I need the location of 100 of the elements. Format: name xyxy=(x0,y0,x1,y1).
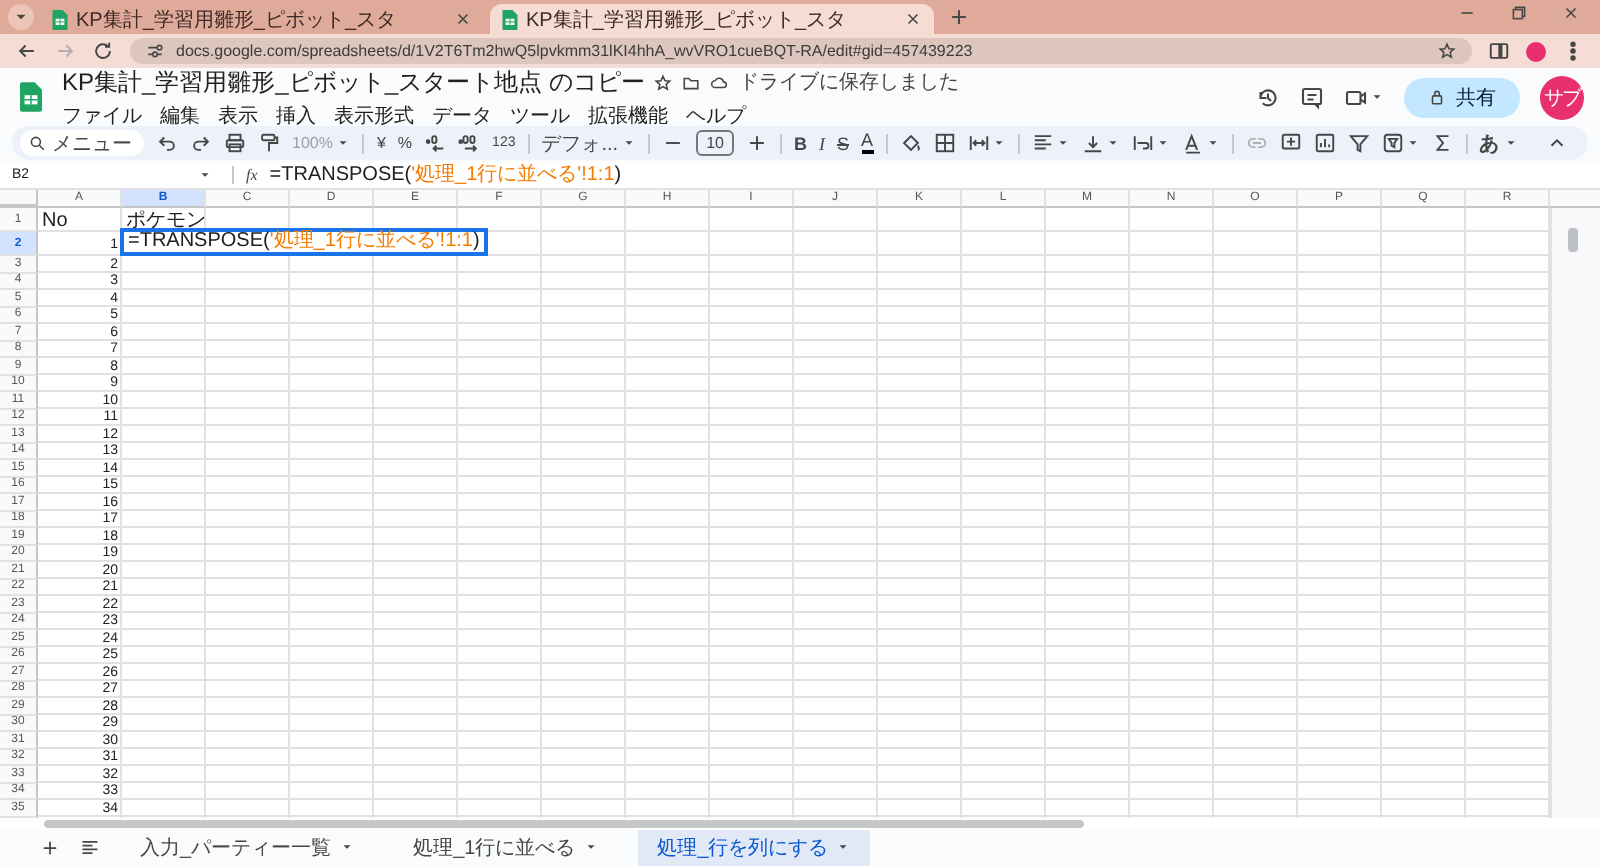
paint-format-icon[interactable] xyxy=(258,132,280,154)
profile-avatar[interactable] xyxy=(1526,41,1546,61)
menu-item[interactable]: 挿入 xyxy=(276,101,316,129)
font-dropdown[interactable]: デフォ... xyxy=(541,129,637,157)
input-tools-dropdown[interactable]: あ xyxy=(1479,129,1518,157)
menu-item[interactable]: 表示 xyxy=(218,101,258,129)
merge-icon xyxy=(967,132,990,154)
reload-icon[interactable] xyxy=(92,40,114,62)
vertical-align-icon xyxy=(1081,132,1104,154)
sheet-tab[interactable]: 処理_行を列にする xyxy=(637,829,871,866)
fill-color-icon[interactable] xyxy=(899,132,922,154)
sheets-logo-icon xyxy=(20,82,42,112)
close-icon[interactable] xyxy=(454,10,472,28)
caret-icon xyxy=(622,136,637,150)
save-status: ドライブに保存しました xyxy=(738,69,959,96)
video-call-button[interactable] xyxy=(1344,85,1384,109)
vertical-align-dropdown[interactable] xyxy=(1081,132,1120,154)
tab-title: KP集計_学習用雛形_ピボット_スタ xyxy=(76,7,399,33)
comment-add-icon[interactable] xyxy=(1279,132,1302,154)
caret-icon xyxy=(1205,136,1220,150)
align-dropdown[interactable] xyxy=(1031,132,1070,154)
cloud-icon[interactable] xyxy=(710,73,729,91)
caret-icon xyxy=(198,168,212,182)
browser-tab[interactable]: KP集計_学習用雛形_ピボット_スタ xyxy=(490,4,934,34)
search-icon xyxy=(28,134,46,152)
sheets-logo-icon xyxy=(502,9,518,29)
site-settings-icon[interactable] xyxy=(146,42,164,60)
caret-icon xyxy=(1503,136,1518,150)
merge-dropdown[interactable] xyxy=(967,132,1006,154)
menu-item[interactable]: ファイル xyxy=(62,101,142,129)
tab-search-button[interactable] xyxy=(8,4,34,30)
caret-icon xyxy=(336,136,351,150)
borders-icon[interactable] xyxy=(933,132,956,154)
filter-icon[interactable] xyxy=(1347,132,1370,154)
caret-icon xyxy=(1105,136,1120,150)
table-cell-text: No xyxy=(40,209,70,231)
undo-icon[interactable] xyxy=(156,132,178,154)
caret-icon xyxy=(1055,136,1070,150)
tab-title: KP集計_学習用雛形_ピボット_スタ xyxy=(526,7,849,33)
sheets-logo-icon xyxy=(52,9,68,29)
percent-button[interactable]: % xyxy=(397,134,413,152)
plus-icon[interactable] xyxy=(948,6,970,28)
text-color-button[interactable]: A xyxy=(861,132,874,154)
menu-item[interactable]: 編集 xyxy=(160,101,200,129)
caret-icon xyxy=(1370,90,1384,104)
user-avatar[interactable]: サブ xyxy=(1540,75,1584,119)
rotate-icon xyxy=(1181,132,1204,154)
chart-icon[interactable] xyxy=(1313,132,1336,154)
back-icon[interactable] xyxy=(16,40,38,62)
sheet-tab[interactable]: 処理_1行に並べる xyxy=(393,829,618,866)
increase-size-icon[interactable] xyxy=(745,132,768,154)
menu-item[interactable]: ヘルプ xyxy=(686,101,746,129)
caret-icon xyxy=(991,136,1006,150)
browser-tab[interactable]: KP集計_学習用雛形_ピボット_スタ xyxy=(40,4,484,34)
add-sheet-icon[interactable] xyxy=(40,837,60,858)
sigma-icon[interactable] xyxy=(1431,132,1454,154)
bold-button[interactable]: B xyxy=(793,133,807,153)
caret-icon xyxy=(1405,136,1420,150)
currency-button[interactable]: ¥ xyxy=(376,134,386,152)
decrease-decimal-icon[interactable] xyxy=(424,132,447,154)
print-icon[interactable] xyxy=(224,132,246,154)
filter-views-dropdown[interactable] xyxy=(1381,132,1420,154)
comment-icon[interactable] xyxy=(1300,85,1324,109)
caret-icon xyxy=(1155,136,1170,150)
table-cell-text: ポケモン xyxy=(124,208,206,232)
rotate-dropdown[interactable] xyxy=(1181,132,1220,154)
font-size-field[interactable]: 10 xyxy=(696,130,734,156)
menu-item[interactable]: データ xyxy=(432,101,492,129)
restore-icon[interactable] xyxy=(1510,4,1528,22)
sidebar-icon[interactable] xyxy=(1488,40,1510,62)
close-icon[interactable] xyxy=(904,10,922,28)
menu-item[interactable]: 表示形式 xyxy=(334,101,414,129)
address-field[interactable]: docs.google.com/spreadsheets/d/1V2T6Tm2hwQ5lpvkmm31lKI4hhA_wvVRO1cueBQT-RA/edit#gid=457439223 xyxy=(130,38,1472,64)
menu-item[interactable]: 拡張機能 xyxy=(588,101,668,129)
function-label: fx xyxy=(246,166,258,184)
menu-search-field[interactable]: メニュー xyxy=(20,130,144,156)
video-camera-icon xyxy=(1344,85,1368,109)
share-button[interactable]: 共有 xyxy=(1404,77,1520,117)
wrap-dropdown[interactable] xyxy=(1131,132,1170,154)
star-icon[interactable] xyxy=(654,73,673,91)
scrollbar[interactable] xyxy=(1550,208,1600,817)
cell-editor[interactable]: =TRANSPOSE('処理_1行に並べる'!1:1) xyxy=(120,228,488,256)
close-icon[interactable] xyxy=(1562,4,1580,22)
star-icon[interactable] xyxy=(1438,42,1456,60)
italic-button[interactable]: I xyxy=(818,133,825,153)
wrap-icon xyxy=(1131,132,1154,154)
redo-icon[interactable] xyxy=(190,132,212,154)
sheet-tab[interactable]: 入力_パーティー一覧 xyxy=(120,829,374,866)
lock-icon xyxy=(1428,88,1446,106)
folder-icon[interactable] xyxy=(682,73,701,91)
formula-field[interactable]: =TRANSPOSE('処理_1行に並べる'!1:1) xyxy=(269,163,622,187)
url-text: docs.google.com/spreadsheets/d/1V2T6Tm2hwQ5lpvkmm31lKI4hhA_wvVRO1cueBQT-RA/edit#gid=457439223 xyxy=(176,42,973,60)
history-icon[interactable] xyxy=(1256,85,1280,109)
strikethrough-button[interactable]: S xyxy=(836,133,849,153)
increase-decimal-icon[interactable] xyxy=(458,132,481,154)
menu-item[interactable]: ツール xyxy=(510,101,570,129)
document-title[interactable]: KP集計_学習用雛形_ピボット_スタート地点 のコピー xyxy=(62,65,645,99)
filter-views-icon xyxy=(1381,132,1404,154)
all-sheets-icon[interactable] xyxy=(80,837,100,858)
align-icon xyxy=(1031,132,1054,154)
